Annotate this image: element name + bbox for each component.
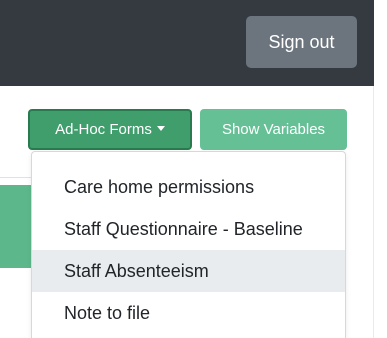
top-navbar: Sign out [0,0,374,86]
menu-item-note-to-file[interactable]: Note to file [32,292,345,334]
adhoc-forms-dropdown-button[interactable]: Ad-Hoc Forms [28,109,192,150]
caret-down-icon [156,126,165,131]
menu-item-staff-absenteeism[interactable]: Staff Absenteeism [32,250,345,292]
adhoc-forms-menu: Care home permissions Staff Questionnair… [31,151,346,338]
show-variables-button[interactable]: Show Variables [200,109,347,150]
sign-out-button[interactable]: Sign out [246,16,357,68]
toolbar-divider [0,177,32,178]
background-green-panel [0,185,31,268]
page-edge-divider [373,86,374,338]
menu-item-care-home-permissions[interactable]: Care home permissions [32,166,345,208]
menu-item-staff-questionnaire-baseline[interactable]: Staff Questionnaire - Baseline [32,208,345,250]
adhoc-forms-label: Ad-Hoc Forms [55,121,152,138]
